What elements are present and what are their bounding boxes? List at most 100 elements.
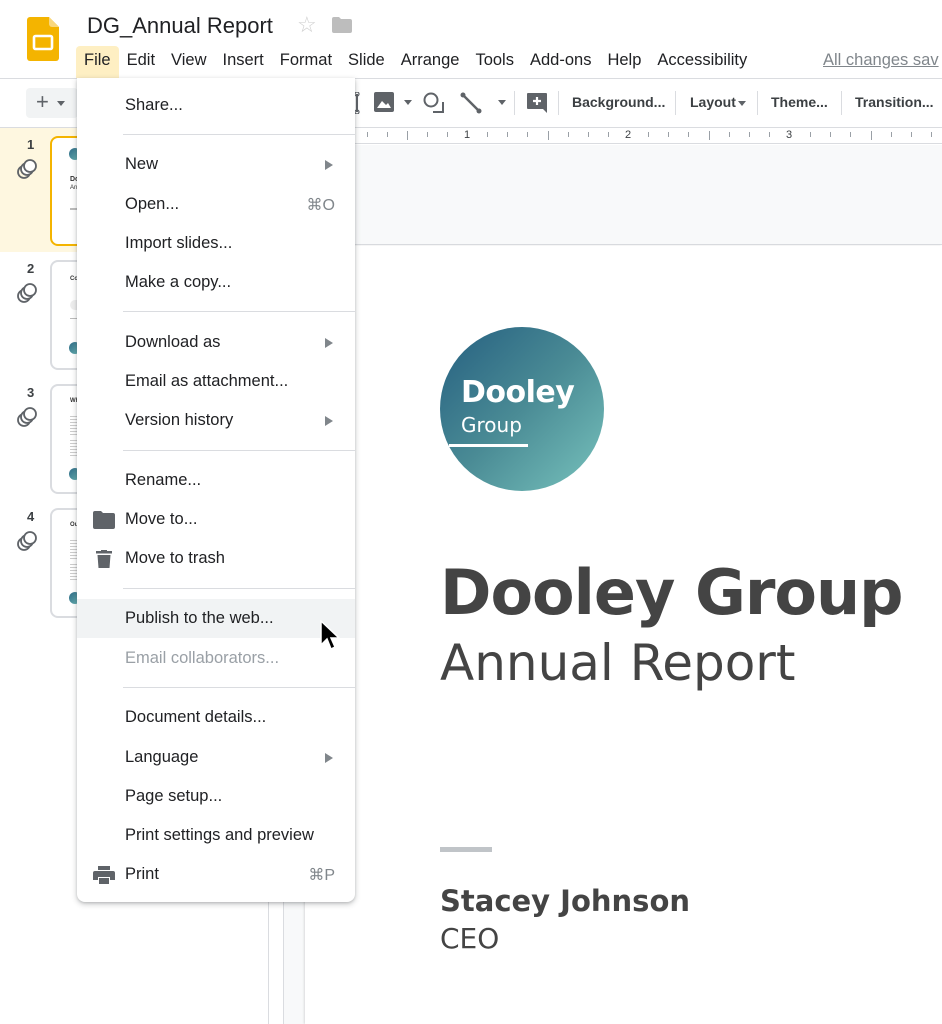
menu-addons[interactable]: Add-ons — [522, 46, 599, 75]
menu-item-share[interactable]: Share... — [77, 88, 355, 124]
image-dropdown-icon[interactable] — [404, 100, 412, 105]
slide-number: 4 — [27, 509, 35, 524]
horizontal-ruler[interactable]: 1 2 3 — [355, 128, 942, 144]
menu-item-email-attachment[interactable]: Email as attachment... — [77, 364, 355, 400]
transition-button[interactable]: Transition... — [855, 94, 934, 110]
ruler-tick — [911, 132, 912, 137]
company-logo[interactable]: Dooley Group — [440, 327, 604, 491]
menu-format[interactable]: Format — [272, 46, 340, 75]
animation-icon[interactable] — [16, 406, 38, 428]
menu-item-version-history[interactable]: Version history — [77, 403, 355, 439]
ruler-tick — [648, 132, 649, 137]
canvas-background — [355, 145, 942, 245]
layout-button[interactable]: Layout — [690, 94, 746, 110]
menu-item-open[interactable]: Open... ⌘O — [77, 187, 355, 223]
menu-arrange[interactable]: Arrange — [393, 46, 468, 75]
menu-tools[interactable]: Tools — [467, 46, 522, 75]
menu-accessibility[interactable]: Accessibility — [649, 46, 755, 75]
slide-title[interactable]: Dooley Group — [440, 556, 904, 629]
ruler-tick — [588, 132, 589, 137]
ruler-tick — [830, 132, 831, 137]
menu-item-make-copy[interactable]: Make a copy... — [77, 265, 355, 301]
presenter-role[interactable]: CEO — [440, 922, 499, 955]
menu-help[interactable]: Help — [599, 46, 649, 75]
menu-item-label: Import slides... — [125, 234, 233, 252]
star-icon[interactable]: ☆ — [297, 12, 317, 38]
menu-insert[interactable]: Insert — [215, 46, 272, 75]
chevron-down-icon[interactable] — [56, 100, 65, 106]
menu-item-label: Document details... — [125, 708, 267, 726]
add-comment-icon[interactable] — [526, 92, 548, 114]
menu-item-import-slides[interactable]: Import slides... — [77, 226, 355, 262]
menu-item-move-to[interactable]: Move to... — [77, 502, 355, 538]
menu-item-label: Language — [125, 748, 199, 766]
menu-shortcut: ⌘P — [308, 867, 335, 884]
ruler-tick — [548, 131, 549, 140]
document-title[interactable]: DG_Annual Report — [87, 13, 273, 39]
slide-subtitle[interactable]: Annual Report — [440, 634, 795, 692]
slides-logo-icon[interactable] — [27, 17, 59, 61]
menu-slide[interactable]: Slide — [340, 46, 393, 75]
menu-separator — [123, 311, 355, 312]
animation-icon[interactable] — [16, 282, 38, 304]
menu-item-download-as[interactable]: Download as — [77, 325, 355, 361]
menu-item-rename[interactable]: Rename... — [77, 463, 355, 499]
file-menu-dropdown: Share... New Open... ⌘O Import slides... … — [77, 78, 355, 902]
menu-shortcut: ⌘O — [306, 197, 335, 214]
menubar: File Edit View Insert Format Slide Arran… — [76, 44, 755, 79]
menu-item-publish-to-web[interactable]: Publish to the web... — [77, 599, 355, 638]
menu-edit[interactable]: Edit — [119, 46, 163, 75]
menu-item-label: Email as attachment... — [125, 372, 289, 390]
menu-item-print[interactable]: Print ⌘P — [77, 857, 355, 893]
menu-item-document-details[interactable]: Document details... — [77, 700, 355, 736]
animation-icon[interactable] — [16, 158, 38, 180]
ruler-tick — [367, 132, 368, 137]
menu-item-language[interactable]: Language — [77, 740, 355, 776]
line-dropdown-icon[interactable] — [498, 100, 506, 105]
menu-item-label: Make a copy... — [125, 273, 232, 291]
menu-item-page-setup[interactable]: Page setup... — [77, 779, 355, 815]
ruler-tick — [427, 132, 428, 137]
slide-canvas[interactable]: Dooley Group Dooley Group Annual Report … — [305, 246, 942, 1024]
line-icon[interactable] — [460, 92, 482, 114]
menu-item-move-to-trash[interactable]: Move to trash — [77, 541, 355, 577]
shape-icon[interactable] — [423, 92, 445, 114]
menu-view[interactable]: View — [163, 46, 214, 75]
ruler-tick — [871, 131, 872, 140]
slide-number: 3 — [27, 385, 35, 400]
image-icon[interactable] — [374, 92, 394, 112]
menu-item-label: New — [125, 155, 159, 173]
ruler-label: 1 — [464, 129, 471, 141]
presenter-name[interactable]: Stacey Johnson — [440, 884, 690, 918]
animation-icon[interactable] — [16, 530, 38, 552]
theme-button[interactable]: Theme... — [771, 94, 828, 110]
menu-item-label: Email collaborators... — [125, 649, 280, 667]
ruler-tick — [668, 132, 669, 137]
folder-icon[interactable] — [332, 17, 352, 33]
menu-item-new[interactable]: New — [77, 147, 355, 183]
save-status-link[interactable]: All changes sav — [823, 51, 939, 70]
submenu-arrow-icon — [325, 338, 333, 348]
menu-separator — [123, 450, 355, 451]
ruler-tick — [487, 132, 488, 137]
toolbar-separator — [514, 91, 515, 115]
menu-item-label: Print settings and preview — [125, 826, 314, 844]
toolbar-separator — [675, 91, 676, 115]
folder-icon — [93, 511, 115, 529]
menu-file[interactable]: File — [76, 45, 119, 79]
ruler-tick — [608, 132, 609, 137]
plus-icon: + — [36, 89, 49, 114]
slide-number: 1 — [27, 137, 35, 152]
new-slide-button[interactable]: + — [26, 88, 78, 118]
ruler-tick — [850, 132, 851, 137]
menu-item-email-collaborators: Email collaborators... — [77, 641, 355, 677]
menu-item-label: Version history — [125, 411, 234, 429]
menu-item-label: Move to... — [125, 510, 198, 528]
submenu-arrow-icon — [325, 753, 333, 763]
background-button[interactable]: Background... — [572, 94, 665, 110]
menu-item-label: Print — [125, 865, 159, 883]
menu-item-print-settings[interactable]: Print settings and preview — [77, 818, 355, 854]
menu-item-label: Share... — [125, 96, 183, 114]
ruler-tick — [527, 132, 528, 137]
menu-item-label: Publish to the web... — [125, 609, 274, 627]
